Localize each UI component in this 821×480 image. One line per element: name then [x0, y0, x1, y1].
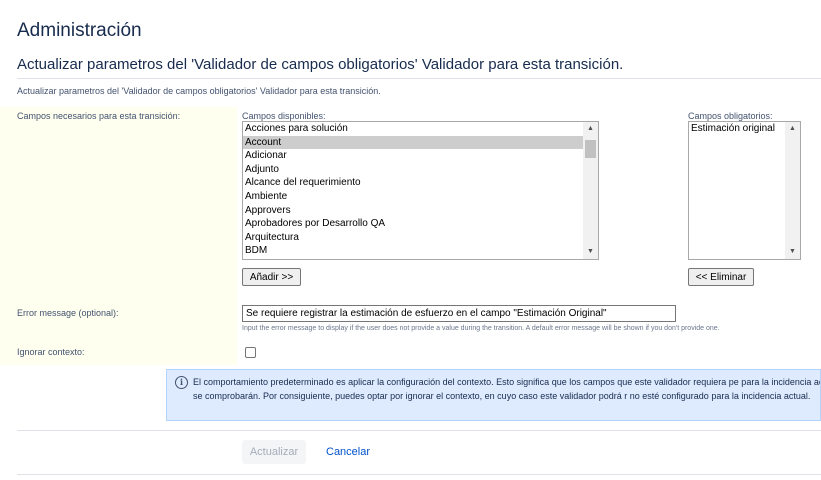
- error-message-help: Input the error message to display if th…: [242, 325, 720, 332]
- required-fields-options: Estimación original: [689, 122, 785, 136]
- section-title: Actualizar parametros del 'Validador de …: [17, 56, 624, 73]
- info-message: i El comportamiento predeterminado es ap…: [166, 369, 821, 421]
- list-option[interactable]: Adicionar: [243, 149, 583, 163]
- list-option[interactable]: Ambiente: [243, 190, 583, 204]
- ignore-context-label: Ignorar contexto:: [17, 347, 85, 357]
- required-fields-caption: Campos obligatorios:: [688, 111, 773, 121]
- list-option[interactable]: Adjunto: [243, 163, 583, 177]
- scroll-thumb[interactable]: [585, 140, 596, 158]
- list-option[interactable]: Account: [243, 135, 583, 150]
- list-option[interactable]: Arquitectura: [243, 231, 583, 245]
- error-message-label: Error message (optional):: [17, 308, 119, 318]
- list-option[interactable]: Alcance del requerimiento: [243, 176, 583, 190]
- scroll-up-icon[interactable]: ▲: [583, 122, 598, 136]
- required-fields-listbox[interactable]: Estimación original ▲ ▼: [688, 121, 801, 260]
- available-fields-options: Acciones para solución Account Adicionar Ad…: [243, 122, 583, 258]
- page-title: Administración: [17, 20, 142, 41]
- list-option[interactable]: Acciones para solución: [243, 122, 583, 136]
- error-message-input[interactable]: [242, 305, 676, 322]
- remove-button[interactable]: << Eliminar: [688, 268, 754, 286]
- list-option[interactable]: Approvers: [243, 204, 583, 218]
- section-description: Actualizar parametros del 'Validador de …: [17, 86, 381, 96]
- available-fields-scrollbar[interactable]: ▲ ▼: [583, 122, 598, 259]
- ignore-context-checkbox[interactable]: [245, 347, 256, 358]
- required-fields-scrollbar[interactable]: ▲ ▼: [785, 122, 800, 259]
- available-fields-listbox[interactable]: Acciones para solución Account Adicionar Ad…: [242, 121, 599, 260]
- update-button[interactable]: Actualizar: [242, 440, 306, 464]
- info-message-text: El comportamiento predeterminado es apli…: [193, 377, 821, 401]
- list-option[interactable]: Estimación original: [689, 122, 785, 136]
- scroll-down-icon[interactable]: ▼: [583, 245, 598, 259]
- scroll-down-icon[interactable]: ▼: [785, 245, 800, 259]
- title-divider: [17, 78, 821, 79]
- actions-bottom-divider: [17, 474, 821, 475]
- scroll-up-icon[interactable]: ▲: [785, 122, 800, 136]
- actions-top-divider: [17, 430, 821, 431]
- available-fields-caption: Campos disponibles:: [242, 111, 326, 121]
- cancel-link[interactable]: Cancelar: [326, 446, 370, 458]
- label-column: [0, 107, 237, 365]
- list-option[interactable]: BDM: [243, 244, 583, 258]
- list-option[interactable]: Aprobadores por Desarrollo QA: [243, 217, 583, 231]
- info-icon: i: [175, 376, 188, 389]
- add-button[interactable]: Añadir >>: [242, 268, 301, 286]
- fields-label: Campos necesarios para esta transición:: [17, 111, 181, 121]
